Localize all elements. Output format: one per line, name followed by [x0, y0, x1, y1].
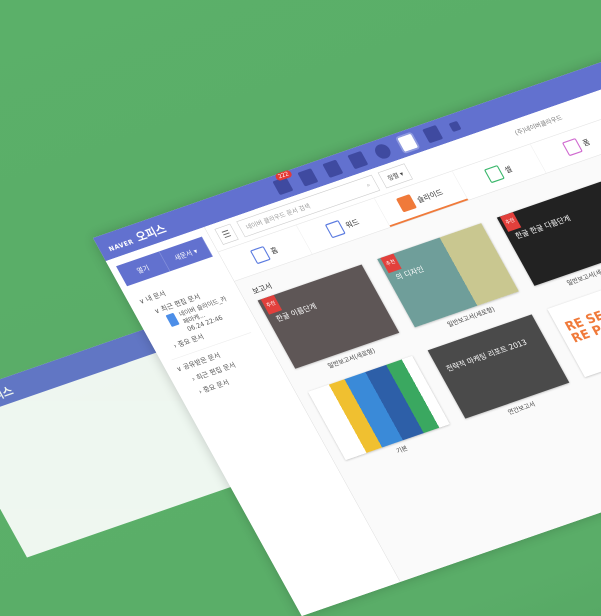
calendar-icon[interactable]	[297, 168, 319, 187]
template-title: RE SE ARCH RE PORT	[562, 295, 601, 346]
template-title: 전략적 마케팅 리포트 2013	[444, 338, 529, 374]
menu-icon[interactable]: ☰	[214, 223, 239, 245]
template-card[interactable]: 전략적 마케팅 리포트 2013 연간보고서	[427, 314, 576, 430]
more-icon[interactable]	[448, 120, 462, 133]
sort-dropdown[interactable]: 정렬 ▾	[377, 163, 413, 189]
tab-label: 셀	[503, 165, 514, 176]
contacts-icon[interactable]	[347, 150, 369, 170]
template-caption: 기본	[394, 444, 410, 455]
cloud-icon[interactable]	[372, 142, 394, 161]
template-title	[324, 374, 413, 405]
tab-icon	[324, 219, 346, 239]
list-icon[interactable]	[322, 159, 344, 178]
tab-icon	[395, 194, 417, 213]
org-info: (주)네이버클라우드	[513, 113, 564, 137]
tab-label: 폼	[581, 138, 592, 149]
tab-icon	[561, 137, 583, 157]
app-title: 오피스	[0, 383, 16, 406]
doc-icon	[165, 312, 180, 328]
new-document-button[interactable]: 새문서 ▾	[158, 236, 213, 272]
tab-icon	[483, 164, 505, 184]
template-thumbnail[interactable]: 전략적 마케팅 리포트 2013	[427, 314, 570, 419]
tab-label: 워드	[344, 218, 362, 231]
template-card[interactable]: 기본	[308, 355, 456, 472]
home-icon[interactable]	[422, 125, 444, 144]
brand: NAVER	[107, 237, 136, 253]
search-icon[interactable]: ⌕	[365, 181, 372, 189]
mail-icon[interactable]: 222	[272, 169, 294, 196]
office-icon[interactable]	[394, 131, 421, 155]
tab-label: 슬라이드	[415, 188, 445, 205]
template-title: 한글 이름단계	[274, 302, 319, 324]
office-window: NAVER오피스 222 도도 13 열기새문서 ▾ ∨ 내 문서 ∨ 최근 편…	[93, 40, 601, 616]
mail-badge: 222	[274, 169, 294, 182]
template-thumbnail[interactable]	[308, 355, 450, 461]
tab-icon	[249, 245, 271, 265]
tab-label: 홈	[269, 246, 280, 257]
template-title: 의 디자인	[394, 265, 426, 283]
